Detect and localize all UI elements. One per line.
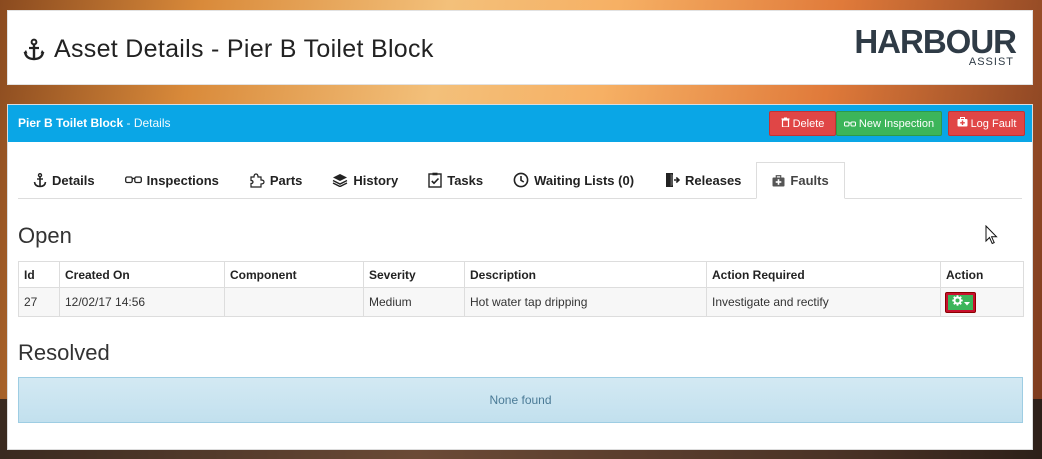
panel-subtitle: - Details [126,116,171,130]
checklist-icon [428,172,442,188]
tab-history[interactable]: History [317,162,413,198]
header-panel: Asset Details - Pier B Toilet Block HARB… [7,10,1033,85]
tab-releases-label: Releases [685,172,742,188]
glasses-icon [843,118,856,130]
puzzle-icon [249,172,265,188]
gear-icon [951,295,963,309]
medkit-icon [957,117,968,130]
harbour-assist-logo: HARBOUR ASSIST [854,23,1017,69]
caret-down-icon [963,295,970,309]
page-title-text: Asset Details - Pier B Toilet Block [54,35,434,63]
cell-component [224,287,364,317]
trash-icon [781,117,790,130]
anchor-icon [33,172,47,188]
tab-tasks[interactable]: Tasks [413,162,498,198]
glasses-icon [124,176,142,184]
tab-releases[interactable]: Releases [649,162,756,198]
tab-tasks-label: Tasks [447,172,484,188]
new-inspection-button[interactable]: New Inspection [836,111,942,136]
medkit-icon [772,174,785,187]
asset-panel: Pier B Toilet Block - Details Delete New… [7,104,1033,450]
log-fault-button-label: Log Fault [970,117,1017,130]
col-created-on: Created On [59,261,225,288]
cell-severity: Medium [363,287,465,317]
panel-title: Pier B Toilet Block - Details [18,116,171,130]
table-header-row: Id Created On Component Severity Descrip… [18,261,1024,288]
layers-icon [332,173,348,187]
tab-waiting-lists[interactable]: Waiting Lists (0) [498,162,649,198]
sign-out-icon [664,172,681,188]
tab-details-label: Details [52,172,95,188]
row-actions-dropdown-button[interactable] [946,292,975,312]
cell-id: 27 [18,287,60,317]
tab-parts[interactable]: Parts [234,162,318,198]
delete-button-label: Delete [792,117,825,130]
col-action-required: Action Required [706,261,941,288]
col-action: Action [940,261,1024,288]
anchor-icon [22,38,46,62]
tab-details[interactable]: Details [18,162,110,198]
col-component: Component [224,261,364,288]
log-fault-button[interactable]: Log Fault [948,111,1025,136]
col-id: Id [18,261,60,288]
cell-created-on: 12/02/17 14:56 [59,287,225,317]
col-description: Description [464,261,707,288]
cell-action [940,287,1024,317]
mouse-cursor-icon [985,224,999,250]
tab-inspections-label: Inspections [146,172,219,188]
delete-button[interactable]: Delete [769,111,836,136]
open-faults-table: Id Created On Component Severity Descrip… [18,261,1024,317]
tab-inspections[interactable]: Inspections [110,162,234,198]
col-severity: Severity [363,261,465,288]
new-inspection-button-label: New Inspection [858,117,935,130]
cell-action-required: Investigate and rectify [706,287,941,317]
asset-tabs: Details Inspections Parts History Tasks [18,162,1022,199]
tab-history-label: History [353,172,399,188]
tab-faults[interactable]: Faults [756,162,845,199]
resolved-empty-alert: None found [18,377,1023,423]
panel-title-asset: Pier B Toilet Block [18,116,124,130]
panel-heading-bar: Pier B Toilet Block - Details Delete New… [8,105,1032,142]
open-heading: Open [18,223,72,248]
page-title: Asset Details - Pier B Toilet Block [22,35,434,64]
tab-faults-label: Faults [790,173,829,188]
logo-sub-text: ASSIST [968,56,1014,68]
resolved-heading: Resolved [18,340,110,365]
clock-icon [513,172,529,188]
table-row[interactable]: 27 12/02/17 14:56 Medium Hot water tap d… [18,287,1024,317]
tab-parts-label: Parts [269,172,303,188]
logo-main-text: HARBOUR [854,23,1017,60]
cell-description: Hot water tap dripping [464,287,707,317]
tab-waiting-lists-label: Waiting Lists (0) [534,172,635,188]
